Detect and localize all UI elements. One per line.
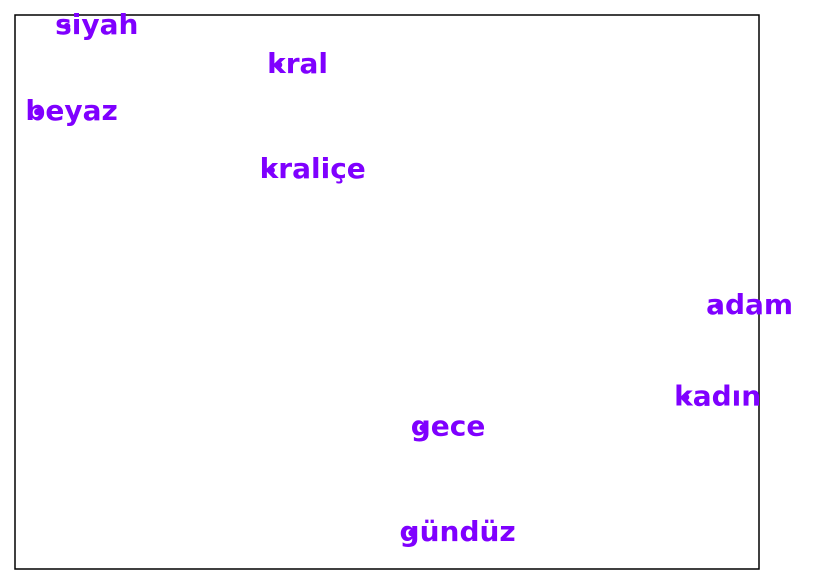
data-point-label: adam (706, 288, 793, 321)
data-labels-group: siyah kral beyaz kraliçe adam kadın gece gündüz (25, 8, 793, 548)
chart-svg: siyah kral beyaz kraliçe adam kadın gece gündüz (14, 8, 793, 570)
data-point-label: kraliçe (260, 152, 366, 185)
data-point-label: siyah (55, 8, 138, 41)
word-scatter-chart: siyah kral beyaz kraliçe adam kadın gece gündüz (0, 0, 822, 584)
data-point-label: gündüz (400, 515, 516, 548)
data-point-label: gece (411, 410, 486, 443)
plot-area-frame (14, 14, 760, 570)
data-point-label: kadın (674, 379, 761, 412)
data-point-label: kral (267, 47, 328, 80)
data-point-label: beyaz (25, 94, 117, 127)
